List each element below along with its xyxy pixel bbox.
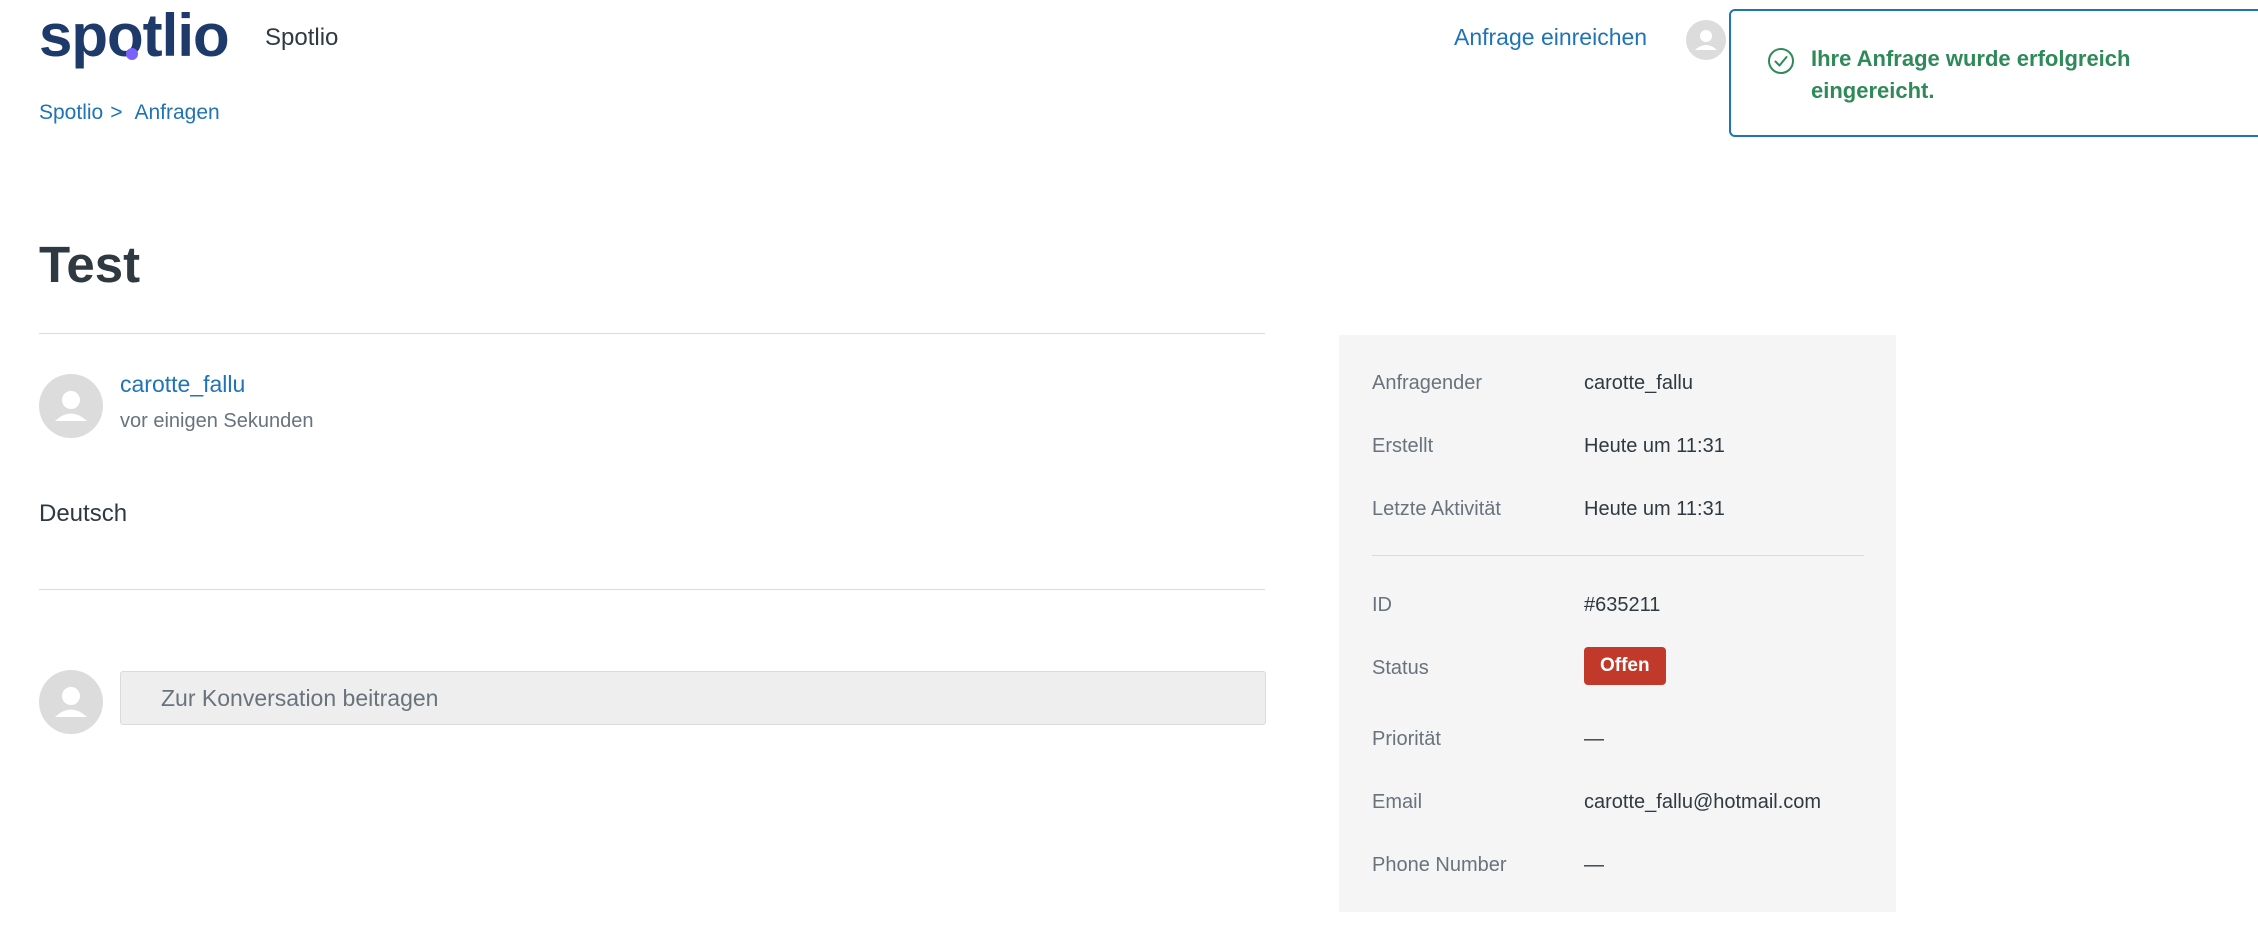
detail-label: Erstellt xyxy=(1372,435,1434,457)
detail-label: ID xyxy=(1372,594,1392,616)
detail-value: Heute um 11:31 xyxy=(1584,498,1725,520)
breadcrumb-spotlio[interactable]: Spotlio xyxy=(39,101,103,125)
success-message: Ihre Anfrage wurde erfolgreich eingereic… xyxy=(1811,46,2131,103)
svg-text:spotlio: spotlio xyxy=(39,8,229,69)
user-icon xyxy=(1695,30,1717,50)
reply-avatar xyxy=(39,670,103,734)
detail-label: Status xyxy=(1372,657,1429,679)
detail-label: Anfragender xyxy=(1372,372,1483,394)
check-circle-icon xyxy=(1767,47,1795,80)
detail-value: Heute um 11:31 xyxy=(1584,435,1725,457)
brand-name: Spotlio xyxy=(265,24,339,51)
user-icon xyxy=(55,687,87,717)
breadcrumb-requests[interactable]: Anfragen xyxy=(134,101,219,125)
detail-value: carotte_fallu xyxy=(1584,372,1693,394)
detail-label: Phone Number xyxy=(1372,854,1507,876)
page-title: Test xyxy=(39,236,141,293)
user-avatar[interactable] xyxy=(1686,20,1726,60)
detail-label: Priorität xyxy=(1372,728,1441,750)
breadcrumb-separator: > xyxy=(110,101,123,124)
spotlio-logo[interactable]: spotlio xyxy=(39,4,244,74)
spotlio-logo-mark: spotlio xyxy=(39,8,230,69)
submit-request-link[interactable]: Anfrage einreichen xyxy=(1454,24,1647,51)
request-details-panel: Anfragender carotte_fallu Erstellt Heute… xyxy=(1339,335,1896,912)
detail-value: #635211 xyxy=(1584,594,1661,616)
comment-body: Deutsch xyxy=(39,500,128,527)
detail-label: Email xyxy=(1372,791,1423,813)
divider xyxy=(1372,555,1864,556)
success-notification: Ihre Anfrage wurde erfolgreich eingereic… xyxy=(1729,9,2258,137)
comment-avatar xyxy=(39,374,103,438)
detail-value: — xyxy=(1584,854,1604,876)
comment-timestamp: vor einigen Sekunden xyxy=(120,410,314,432)
detail-value: — xyxy=(1584,728,1604,750)
divider xyxy=(39,333,1265,334)
breadcrumb: Spotlio > Anfragen xyxy=(39,101,220,125)
detail-value: carotte_fallu@hotmail.com xyxy=(1584,791,1822,813)
comment-author[interactable]: carotte_fallu xyxy=(120,371,245,398)
reply-input[interactable]: Zur Konversation beitragen xyxy=(120,671,1266,725)
user-icon xyxy=(55,391,87,421)
detail-label: Letzte Aktivität xyxy=(1372,498,1501,520)
divider xyxy=(39,589,1265,590)
status-badge: Offen xyxy=(1584,647,1666,685)
